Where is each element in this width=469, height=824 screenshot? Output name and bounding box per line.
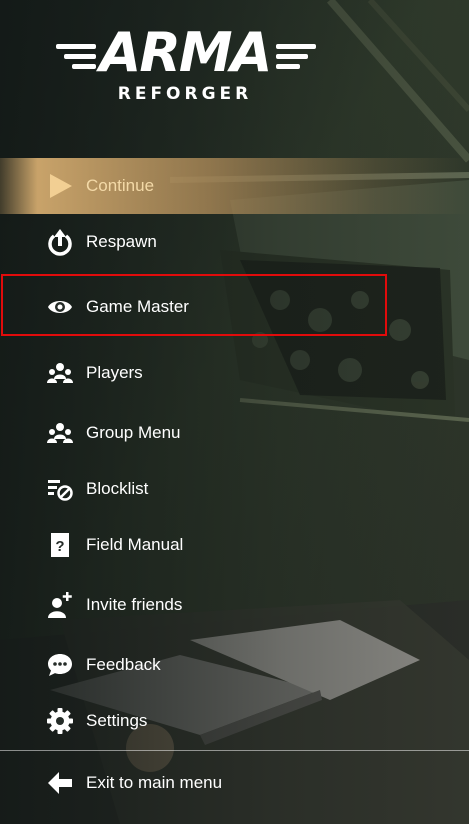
menu-item-continue[interactable]: Continue [0, 158, 469, 214]
logo-title: ARMA [99, 21, 273, 84]
arrow-left-icon [48, 772, 72, 794]
menu-item-label: Group Menu [86, 423, 181, 442]
menu-item-respawn[interactable]: Respawn [0, 214, 469, 270]
menu-item-label: Settings [86, 711, 148, 730]
feedback-icon [48, 654, 72, 676]
menu-item-field-manual[interactable]: ? Field Manual [0, 517, 469, 573]
menu-item-group-menu[interactable]: Group Menu [0, 405, 469, 461]
menu-item-feedback[interactable]: Feedback [0, 637, 469, 693]
menu-item-players[interactable]: Players [0, 345, 469, 401]
menu-item-blocklist[interactable]: Blocklist [0, 461, 469, 517]
players-icon [47, 363, 73, 383]
menu-item-label: Players [86, 363, 143, 382]
svg-text:?: ? [55, 538, 64, 555]
menu-item-label: Continue [86, 176, 155, 195]
menu-item-exit[interactable]: Exit to main menu [0, 755, 469, 811]
logo-wing-right [276, 54, 308, 59]
blocklist-icon [48, 480, 73, 501]
gear-icon [47, 708, 73, 734]
menu-item-label: Exit to main menu [86, 773, 223, 792]
menu-item-label: Blocklist [86, 479, 149, 498]
play-icon [50, 174, 72, 198]
selection-highlight [1, 274, 387, 336]
respawn-icon [48, 229, 72, 256]
menu-item-label: Feedback [86, 655, 161, 674]
menu-item-invite-friends[interactable]: Invite friends [0, 577, 469, 633]
logo-wing-right [276, 44, 316, 49]
logo-subtitle: REFORGER [117, 84, 253, 104]
menu-divider [0, 750, 469, 751]
group-icon [47, 423, 73, 443]
menu-item-label: Respawn [86, 232, 157, 251]
field-manual-icon: ? [51, 533, 69, 557]
menu-item-label: Invite friends [86, 595, 183, 614]
menu-item-label: Field Manual [86, 535, 184, 554]
game-logo: ARMA REFORGER [50, 26, 320, 106]
menu-item-settings[interactable]: Settings [0, 693, 469, 749]
logo-wing-right [276, 64, 300, 69]
invite-friends-icon [48, 592, 72, 618]
